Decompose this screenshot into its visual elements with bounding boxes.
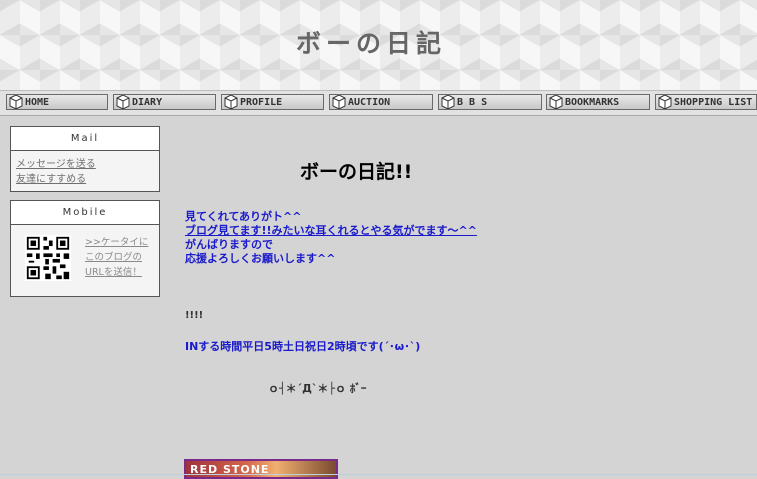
cube-icon	[9, 95, 23, 109]
nav-home-label: HOME	[25, 96, 50, 108]
exclamation-text: !!!!	[185, 310, 204, 321]
nav-bookmarks[interactable]: BOOKMARKS	[546, 94, 650, 110]
mail-box: Mail メッセージを送る 友達にすすめる	[10, 126, 160, 192]
nav-shopping-list-label: SHOPPING LIST	[674, 96, 753, 108]
kaomoji-text: ｏ┤＊´Д`＊├ｏ ﾎﾞｰ	[268, 382, 367, 395]
recommend-friend-link[interactable]: 友達にすすめる	[16, 172, 154, 187]
nav-home[interactable]: HOME	[6, 94, 108, 110]
mobile-box: Mobile >>ケータイに このブログの URLを送信！	[10, 200, 160, 297]
nav-auction[interactable]: AUCTION	[329, 94, 433, 110]
schedule-text: INする時間平日5時土日祝日2時頃です(´･ω･`)	[185, 340, 421, 353]
qr-code-icon	[25, 235, 71, 281]
nav-profile[interactable]: PROFILE	[221, 94, 324, 110]
intro-line-3: がんばりますので	[185, 238, 273, 251]
game-banner-image[interactable]: RED STONE	[184, 459, 338, 479]
header-banner: ボーの日記	[0, 0, 757, 91]
mobile-link-line-2: このブログの	[85, 252, 143, 263]
cube-icon	[441, 95, 455, 109]
site-title: ボーの日記	[296, 29, 447, 58]
mobile-heading: Mobile	[11, 201, 159, 225]
cube-icon	[332, 95, 346, 109]
nav-profile-label: PROFILE	[240, 96, 283, 108]
cube-icon	[658, 95, 672, 109]
divider	[0, 474, 757, 475]
blog-title: ボーの日記!!	[300, 161, 413, 183]
intro-line-1: 見てくれてありがト^^	[185, 210, 302, 223]
nav-bookmarks-label: BOOKMARKS	[565, 96, 620, 108]
intro-text: 見てくれてありがト^^ ブログ見てます!!みたいな耳くれるとやる気がでます～^^…	[185, 210, 477, 266]
send-message-link[interactable]: メッセージを送る	[16, 157, 154, 172]
mobile-link-line-1: >>ケータイに	[85, 237, 149, 248]
nav-shopping-list[interactable]: SHOPPING LIST	[655, 94, 757, 110]
nav-bar: HOME DIARY PROFILE AUCTION B B S BOOKMAR…	[0, 91, 757, 116]
intro-line-4: 応援よろしくお願いします^^	[185, 252, 336, 265]
nav-bbs[interactable]: B B S	[438, 94, 542, 110]
intro-link[interactable]: ブログ見てます!!みたいな耳くれるとやる気がでます～^^	[185, 224, 477, 237]
nav-diary[interactable]: DIARY	[113, 94, 216, 110]
mobile-link-line-3: URLを送信！	[85, 267, 142, 278]
cube-icon	[116, 95, 130, 109]
nav-bbs-label: B B S	[457, 96, 488, 108]
mail-heading: Mail	[11, 127, 159, 151]
cube-icon	[224, 95, 238, 109]
nav-auction-label: AUCTION	[348, 96, 391, 108]
send-url-to-mobile-link[interactable]: >>ケータイに このブログの URLを送信！	[85, 235, 149, 280]
nav-diary-label: DIARY	[132, 96, 163, 108]
cube-icon	[549, 95, 563, 109]
mail-links: メッセージを送る 友達にすすめる	[11, 151, 159, 193]
